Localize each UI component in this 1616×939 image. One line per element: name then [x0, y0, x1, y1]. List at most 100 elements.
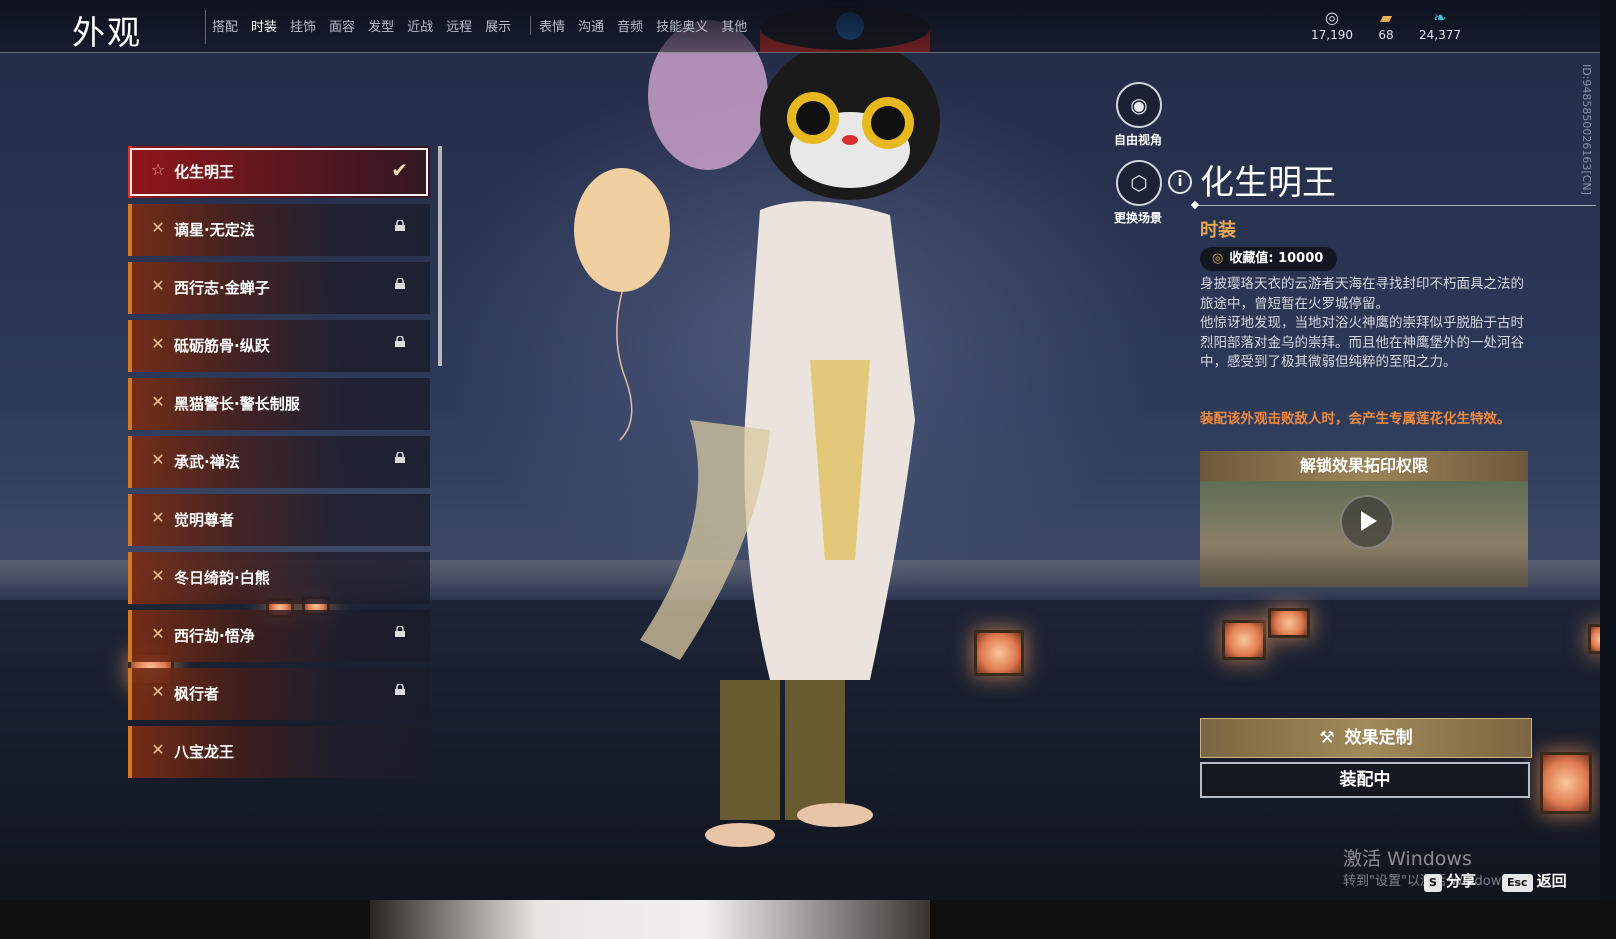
tab-showcase[interactable]: 展示: [485, 16, 511, 35]
list-item[interactable]: ✕ 觉明尊者: [128, 494, 430, 546]
tab-hairstyle[interactable]: 发型: [368, 16, 394, 35]
tab-audio[interactable]: 音频: [617, 16, 643, 35]
list-item[interactable]: ✕ 西行劫·悟净: [128, 610, 430, 662]
outfit-description: 身披璎珞天衣的云游者天海在寻找封印不朽面具之法的旅途中，曾短暂在火罗城停留。 他…: [1200, 276, 1524, 370]
floating-lantern: [1540, 752, 1592, 814]
list-item[interactable]: ✕ 谪星·无定法: [128, 204, 430, 256]
currency-tickets: ▰ 68: [1356, 8, 1416, 42]
change-scene-button[interactable]: ⬡: [1116, 160, 1162, 206]
camera-icon: ◉: [1130, 93, 1148, 117]
lock-icon: [395, 452, 405, 463]
tab-skill-ultimate[interactable]: 技能奥义: [656, 16, 708, 35]
tab-outfit-set[interactable]: 搭配: [212, 16, 238, 35]
free-view-label: 自由视角: [1113, 133, 1162, 147]
collection-value-badge: ◎ 收藏值: 10000: [1200, 247, 1338, 271]
list-item[interactable]: ✕ 承武·禅法: [128, 436, 430, 488]
checkmark-icon: ✔: [391, 158, 408, 182]
floating-lantern: [1268, 608, 1310, 638]
name-divider: [1196, 205, 1596, 206]
outfit-icon: ✕: [151, 450, 165, 469]
window-edge: [1600, 0, 1616, 900]
character-model[interactable]: [570, 0, 990, 860]
list-item[interactable]: ✕ 八宝龙王: [128, 726, 430, 778]
info-icon[interactable]: i: [1168, 170, 1192, 194]
list-item[interactable]: ✕ 西行志·金蝉子: [128, 262, 430, 314]
collection-icon: ◎: [1212, 251, 1224, 266]
character-illustration: [574, 6, 940, 847]
coin-icon: ◎: [1325, 8, 1339, 27]
list-item-label: 冬日绮韵·白熊: [174, 569, 270, 587]
bottom-strip-figure: [370, 900, 930, 939]
list-scrollbar[interactable]: [438, 146, 442, 366]
tab-melee[interactable]: 近战: [407, 16, 433, 35]
customize-effect-button[interactable]: ⚒ 效果定制: [1200, 718, 1532, 758]
list-item-label: 谪星·无定法: [174, 221, 255, 239]
outfit-name: 化生明王: [1200, 163, 1336, 203]
currency-value: 24,377: [1419, 28, 1461, 42]
lock-icon: [395, 278, 405, 289]
lock-icon: [395, 220, 405, 231]
player-id: ID:9485850026163[CN]: [1580, 64, 1593, 195]
outfit-icon: ✕: [151, 682, 165, 701]
balloon-gold: [574, 168, 670, 292]
tab-emote[interactable]: 表情: [530, 16, 565, 35]
list-item[interactable]: ☆ 化生明王 ✔: [128, 146, 430, 198]
list-item-label: 西行志·金蝉子: [174, 279, 270, 297]
tab-other[interactable]: 其他: [721, 16, 747, 35]
outfit-icon: ✕: [151, 624, 165, 643]
customize-effect-label: 效果定制: [1344, 728, 1413, 748]
list-item-label: 砥砺筋骨·纵跃: [174, 337, 270, 355]
list-item[interactable]: ✕ 冬日绮韵·白熊: [128, 552, 430, 604]
wand-icon: ⚒: [1319, 728, 1335, 748]
feather-icon: ❧: [1433, 8, 1447, 27]
outfit-list[interactable]: ☆ 化生明王 ✔ ✕ 谪星·无定法 ✕ 西行志·金蝉子 ✕ 砥砺筋骨·纵跃 ✕ …: [128, 146, 440, 784]
currency-value: 68: [1378, 28, 1394, 42]
currency-feathers: ❧ 24,377: [1410, 8, 1470, 42]
outfit-icon: ✕: [151, 276, 165, 295]
free-view-button[interactable]: ◉: [1116, 82, 1162, 128]
category-tabs: 搭配 时装 挂饰 面容 发型 近战 远程 展示 表情 沟通 音频 技能奥义 其他: [212, 0, 760, 53]
unlock-effect-card[interactable]: 解锁效果拓印权限: [1200, 451, 1528, 587]
back-label: 返回: [1536, 872, 1567, 890]
outfit-icon: ✕: [151, 392, 165, 411]
change-scene-label: 更换场景: [1113, 211, 1162, 225]
share-key: S: [1424, 874, 1442, 892]
outfit-icon: ✕: [151, 508, 165, 527]
effect-preview-thumbnail[interactable]: [1200, 481, 1528, 587]
outfit-icon: ✕: [151, 218, 165, 237]
back-key: Esc: [1502, 874, 1533, 892]
effect-note: 装配该外观击败敌人时，会产生专属莲花化生特效。: [1200, 411, 1511, 427]
windows-activation-title: 激活 Windows: [1343, 848, 1472, 870]
tab-fashion[interactable]: 时装: [245, 0, 284, 53]
ticket-icon: ▰: [1379, 8, 1393, 27]
unlock-effect-title: 解锁效果拓印权限: [1200, 451, 1528, 481]
outfit-icon: ✕: [151, 740, 165, 759]
tab-face[interactable]: 面容: [329, 16, 355, 35]
list-item-label: 西行劫·悟净: [174, 627, 255, 645]
list-item-label: 觉明尊者: [174, 511, 235, 529]
list-item[interactable]: ✕ 枫行者: [128, 668, 430, 720]
scene-cube-icon: ⬡: [1130, 171, 1148, 195]
share-label: 分享: [1445, 872, 1476, 890]
list-item-label: 承武·禅法: [174, 453, 240, 471]
title-divider: [205, 10, 206, 44]
play-icon[interactable]: [1340, 495, 1394, 549]
lock-icon: [395, 336, 405, 347]
back-action[interactable]: Esc 返回: [1502, 870, 1567, 892]
share-action[interactable]: S 分享: [1424, 870, 1476, 892]
tab-communication[interactable]: 沟通: [578, 16, 604, 35]
currency-coins: ◎ 17,190: [1302, 8, 1362, 42]
list-item[interactable]: ✕ 黑猫警长·警长制服: [128, 378, 430, 430]
outfit-icon: ✕: [151, 334, 165, 353]
top-bar-divider: [0, 52, 1600, 53]
equipped-button[interactable]: 装配中: [1200, 762, 1530, 798]
lock-icon: [395, 684, 405, 695]
tab-accessory[interactable]: 挂饰: [290, 16, 316, 35]
tab-ranged[interactable]: 远程: [446, 16, 472, 35]
floating-lantern: [1588, 624, 1600, 654]
lock-icon: [395, 626, 405, 637]
list-item-label: 黑猫警长·警长制服: [174, 395, 300, 413]
list-item[interactable]: ✕ 砥砺筋骨·纵跃: [128, 320, 430, 372]
currency-value: 17,190: [1311, 28, 1353, 42]
list-item-label: 枫行者: [174, 685, 220, 703]
